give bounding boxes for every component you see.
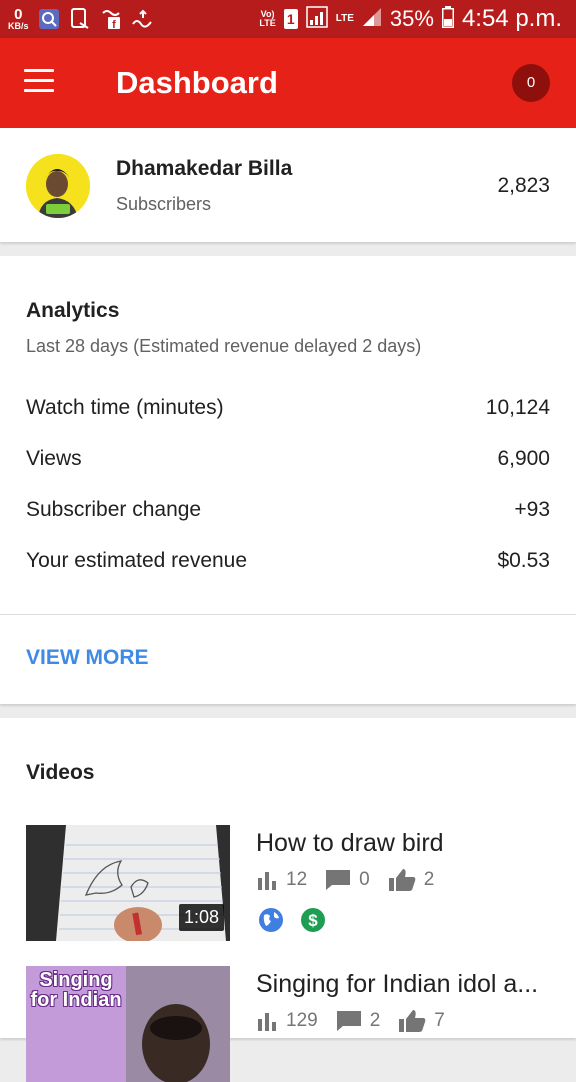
channel-name: Dhamakedar Billa <box>116 157 293 180</box>
likes-count: 7 <box>434 1010 445 1031</box>
videos-title: Videos <box>26 761 95 784</box>
screenshot-icon <box>69 8 91 30</box>
analytics-row-watch-time: Watch time (minutes) 10,124 <box>26 396 550 420</box>
svg-text:f: f <box>112 19 116 30</box>
notification-badge[interactable]: 0 <box>512 64 550 102</box>
app-bar: Dashboard 0 <box>0 38 576 128</box>
metric-value: 6,900 <box>497 447 550 470</box>
status-bar: 0 KB/s f Vo) LTE 1 LTE 35% 4:54 p.m. <box>0 0 576 38</box>
facebook-notification-icon: f <box>100 8 122 30</box>
comments-count: 2 <box>369 1010 381 1031</box>
avatar <box>26 154 90 218</box>
comment-icon <box>326 870 351 890</box>
metric-value: 10,124 <box>485 396 550 419</box>
analytics-row-subscriber-change: Subscriber change +93 <box>26 498 550 522</box>
svg-text:$: $ <box>308 911 318 930</box>
views-count: 12 <box>286 869 308 890</box>
thumbs-up-icon <box>399 1010 426 1032</box>
comments-stat: 0 <box>325 869 370 891</box>
video-stats: 12 0 2 <box>256 868 452 892</box>
metric-label: Your estimated revenue <box>26 549 248 572</box>
analytics-card: Analytics Last 28 days (Estimated revenu… <box>0 256 576 704</box>
clock: 4:54 p.m. <box>461 5 562 32</box>
battery-percent: 35% <box>389 6 434 31</box>
subscriber-count: 2,823 <box>497 174 550 197</box>
comment-icon <box>336 1011 361 1031</box>
divider <box>0 614 576 615</box>
video-title[interactable]: How to draw bird <box>256 829 444 858</box>
analytics-row-views: Views 6,900 <box>26 447 550 471</box>
videos-card: Videos 1:08 How to draw bird 12 0 2 $ Si… <box>0 718 576 1082</box>
metric-label: Watch time (minutes) <box>26 396 224 419</box>
view-more-button[interactable]: VIEW MORE <box>26 646 149 670</box>
battery-icon <box>441 5 454 33</box>
views-stat: 129 <box>256 1010 318 1032</box>
metric-label: Subscriber change <box>26 498 202 521</box>
analytics-title: Analytics <box>26 299 120 322</box>
video-thumbnail[interactable]: 1:08 <box>26 825 230 941</box>
video-title[interactable]: Singing for Indian idol a... <box>256 970 538 999</box>
search-app-icon <box>38 8 60 30</box>
analytics-row-revenue: Your estimated revenue $0.53 <box>26 549 550 573</box>
menu-icon[interactable] <box>24 69 54 93</box>
video-thumbnail[interactable]: Singing for Indian <box>26 966 230 1082</box>
signal-strength-icon <box>362 7 382 32</box>
comments-count: 0 <box>359 869 370 890</box>
views-stat: 12 <box>256 869 307 891</box>
transfer-icon <box>131 8 153 30</box>
network-type: LTE <box>335 13 354 24</box>
globe-icon <box>259 908 283 932</box>
sim-slot-badge: 1 <box>283 9 298 29</box>
network-speed: 0 KB/s <box>8 5 29 31</box>
analytics-subtitle: Last 28 days (Estimated revenue delayed … <box>26 336 422 356</box>
page-title: Dashboard <box>116 65 278 100</box>
analytics-bars-icon <box>258 1013 276 1031</box>
views-count: 129 <box>286 1010 318 1031</box>
thumbnail-caption: Singing for Indian <box>30 969 122 1011</box>
likes-stat: 7 <box>398 1009 445 1033</box>
comments-stat: 2 <box>336 1010 381 1032</box>
likes-stat: 2 <box>388 868 435 892</box>
video-badges: $ <box>258 907 326 933</box>
metric-value: $0.53 <box>497 549 550 572</box>
likes-count: 2 <box>423 869 435 890</box>
channel-subtitle: Subscribers <box>116 194 212 214</box>
volte-indicator: Vo) LTE <box>259 9 276 28</box>
metric-label: Views <box>26 447 82 470</box>
video-stats: 129 2 7 <box>256 1009 463 1033</box>
thumbs-up-icon <box>388 869 416 891</box>
signal-icon <box>305 5 328 33</box>
channel-card[interactable]: Dhamakedar Billa Subscribers 2,823 <box>0 128 576 242</box>
video-duration: 1:08 <box>178 904 224 931</box>
dollar-icon: $ <box>301 908 325 932</box>
analytics-bars-icon <box>258 872 276 890</box>
metric-value: +93 <box>514 498 550 521</box>
